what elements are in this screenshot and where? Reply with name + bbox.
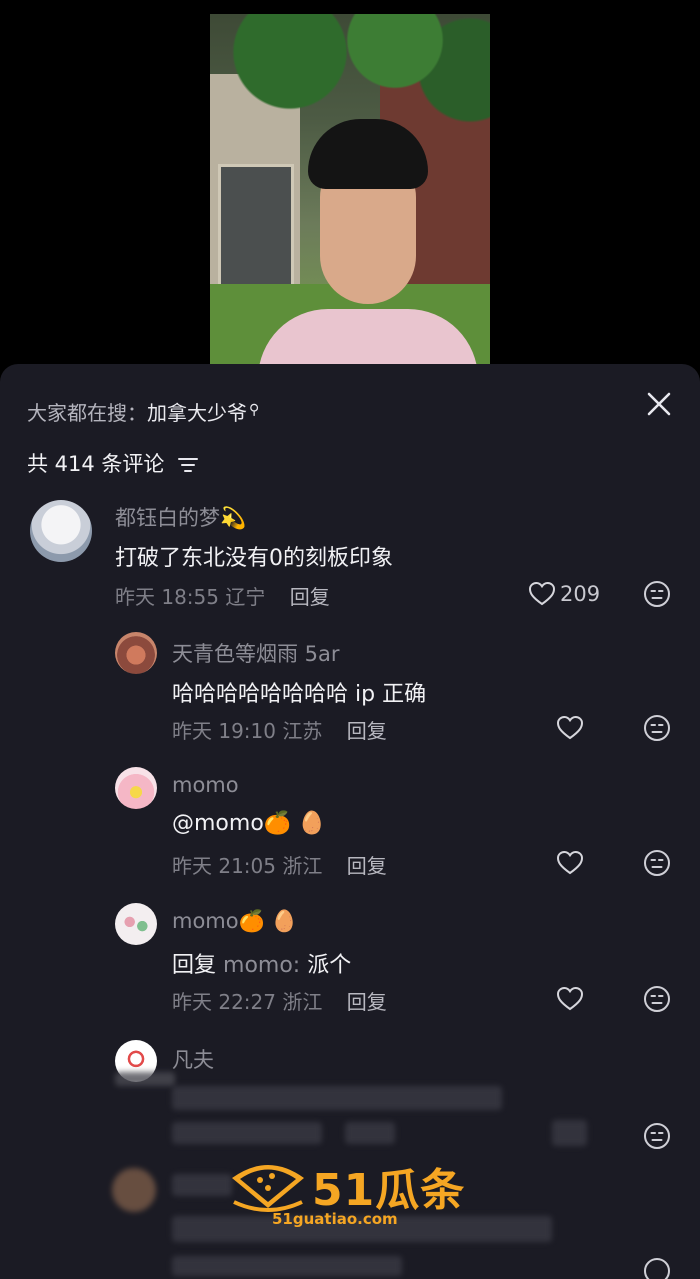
comment-text[interactable]: @momo🍊 🥚 — [172, 811, 326, 836]
emoji-icon[interactable] — [643, 714, 671, 742]
like-count: 209 — [560, 582, 601, 606]
comment-count-row: 共 414 条评论 — [27, 448, 199, 478]
filter-icon[interactable] — [177, 456, 199, 474]
search-suggestion[interactable]: 大家都在搜：加拿大少爷 ⚲ — [27, 397, 259, 426]
video-window — [218, 164, 294, 290]
avatar[interactable] — [115, 632, 157, 674]
comment-meta: 昨天 19:10 江苏 回复 — [172, 715, 387, 744]
like-button[interactable] — [556, 713, 584, 743]
comment-time: 昨天 18:55 — [115, 585, 219, 609]
reply-button[interactable]: 回复 — [347, 990, 387, 1014]
search-suggestion-term[interactable]: 加拿大少爷 — [147, 401, 247, 425]
avatar[interactable] — [115, 767, 157, 809]
like-button[interactable] — [556, 848, 584, 878]
reply-prefix: 回复 — [172, 953, 217, 978]
comment-location: 浙江 — [282, 854, 323, 878]
video-person — [258, 119, 478, 364]
search-suggestion-prefix: 大家都在搜： — [27, 401, 147, 425]
heart-icon — [528, 581, 556, 606]
comment-meta: 昨天 21:05 浙江 回复 — [172, 850, 387, 879]
video-preview[interactable] — [210, 14, 490, 364]
comment-text[interactable]: 回复 momo: 派个 — [172, 947, 351, 979]
comment-time: 昨天 19:10 — [172, 719, 276, 743]
watermark-url: 51guatiao.com — [272, 1210, 398, 1228]
comment-author[interactable]: 都钰白的梦💫 — [115, 502, 246, 532]
reply-text: 派个 — [307, 953, 352, 978]
redacted-text — [172, 1086, 502, 1110]
video-leaves — [210, 14, 490, 124]
redacted-text — [172, 1174, 232, 1196]
redacted-meta — [172, 1122, 322, 1144]
redacted-avatar — [112, 1168, 156, 1212]
comment-author[interactable]: 凡夫 — [172, 1044, 214, 1074]
reply-button[interactable]: 回复 — [347, 854, 387, 878]
comment-sheet: 大家都在搜：加拿大少爷 ⚲ 共 414 条评论 都钰白的梦💫 打破了东北没有0的刻… — [0, 364, 700, 1279]
like-button[interactable] — [556, 984, 584, 1014]
redacted-meta — [345, 1122, 395, 1144]
like-button[interactable]: 209 — [528, 579, 600, 609]
redacted-meta — [172, 1256, 402, 1276]
reply-button[interactable]: 回复 — [347, 719, 387, 743]
emoji-icon[interactable] — [643, 849, 671, 877]
search-icon: ⚲ — [249, 402, 260, 418]
heart-icon — [556, 850, 584, 875]
emoji-icon[interactable] — [643, 580, 671, 608]
comment-time: 昨天 22:27 — [172, 990, 276, 1014]
emoji-icon[interactable] — [643, 1257, 671, 1279]
comment-author-emoji: 💫 — [220, 506, 247, 530]
comment-count: 共 414 条评论 — [27, 452, 165, 476]
comment-location: 辽宁 — [225, 585, 266, 609]
heart-icon — [556, 986, 584, 1011]
close-icon[interactable] — [643, 388, 675, 420]
comment-time: 昨天 21:05 — [172, 854, 276, 878]
reply-button[interactable]: 回复 — [290, 585, 330, 609]
comment-text[interactable]: 哈哈哈哈哈哈哈哈 ip 正确 — [172, 676, 426, 708]
watermelon-logo-icon — [232, 1165, 304, 1212]
comment-meta: 昨天 22:27 浙江 回复 — [172, 986, 387, 1015]
watermark: 51瓜条 51guatiao.com — [228, 1158, 473, 1238]
comment-location: 浙江 — [282, 990, 323, 1014]
comment-author[interactable]: momo🍊 🥚 — [172, 909, 298, 934]
watermark-title: 51瓜条 — [312, 1165, 466, 1216]
heart-icon — [556, 715, 584, 740]
emoji-icon[interactable] — [643, 1122, 671, 1150]
comment-meta: 昨天 18:55 辽宁 回复 — [115, 581, 330, 610]
reply-target[interactable]: momo: — [223, 953, 300, 978]
redacted-text — [115, 1072, 175, 1086]
comment-location: 江苏 — [282, 719, 323, 743]
comment-author[interactable]: momo — [172, 773, 239, 797]
redacted-like — [552, 1120, 587, 1146]
comment-author[interactable]: 天青色等烟雨 5ar — [172, 638, 340, 668]
emoji-icon[interactable] — [643, 985, 671, 1013]
avatar[interactable] — [115, 903, 157, 945]
comment-text[interactable]: 打破了东北没有0的刻板印象 — [115, 540, 393, 572]
avatar[interactable] — [30, 500, 92, 562]
